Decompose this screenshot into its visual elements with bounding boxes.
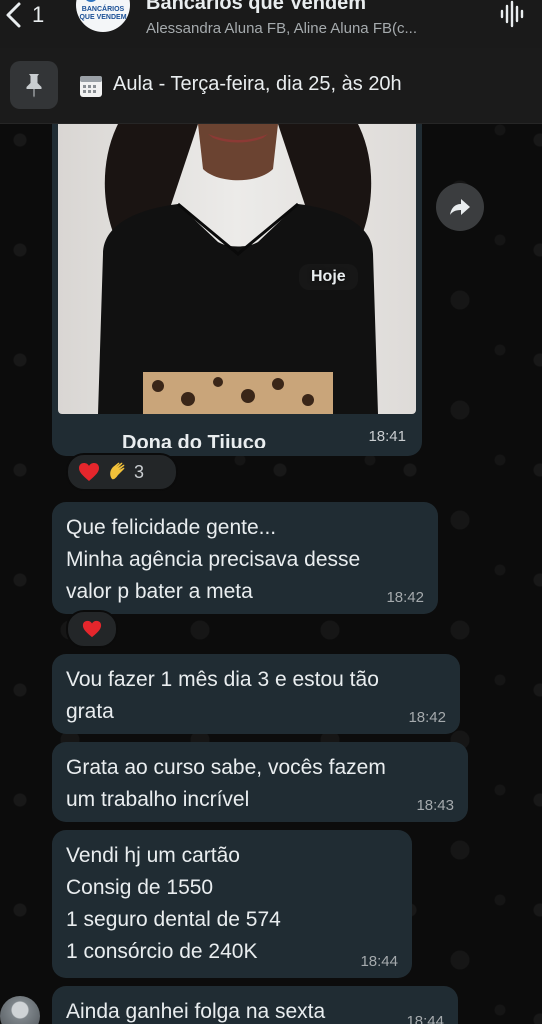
message-text: Grata ao curso sabe, vocês fazem um trab… bbox=[66, 756, 386, 811]
message-text: Que felicidade gente... Minha agência pr… bbox=[66, 516, 361, 603]
calendar-icon bbox=[80, 76, 102, 97]
pin-icon bbox=[26, 74, 42, 98]
message-time: 18:44 bbox=[406, 1013, 444, 1024]
message-time: 18:42 bbox=[408, 709, 446, 726]
heart-icon bbox=[82, 620, 102, 638]
back-chevron-icon bbox=[6, 2, 21, 28]
forward-icon bbox=[450, 199, 470, 215]
reactions-image[interactable]: 3 bbox=[66, 453, 178, 491]
message-text: Ainda ganhei folga na sexta bbox=[66, 1000, 326, 1023]
voice-wave-icon[interactable] bbox=[498, 0, 526, 28]
person-photo-illustration bbox=[98, 124, 378, 414]
message-bubble[interactable]: Ainda ganhei folga na sexta 18:44 bbox=[52, 986, 458, 1024]
message-text: Vendi hj um cartão Consig de 1550 1 segu… bbox=[66, 844, 281, 963]
group-avatar[interactable]: BANCÁRIOS QUE VENDEM bbox=[76, 0, 130, 32]
message-time: 18:41 bbox=[368, 428, 406, 445]
pin-button[interactable] bbox=[10, 61, 58, 109]
image-caption: Dona do Tijuco bbox=[122, 432, 267, 448]
message-time: 18:42 bbox=[386, 589, 424, 606]
message-photo[interactable]: Hoje bbox=[58, 124, 416, 414]
message-bubble[interactable]: Grata ao curso sabe, vocês fazem um trab… bbox=[52, 742, 468, 822]
group-logo-text: BANCÁRIOS QUE VENDEM bbox=[79, 6, 127, 21]
reactions-message-1[interactable] bbox=[66, 610, 118, 648]
group-title[interactable]: Bancários que Vendem bbox=[146, 0, 366, 15]
message-bubble[interactable]: Que felicidade gente... Minha agência pr… bbox=[52, 502, 438, 614]
message-time: 18:44 bbox=[360, 953, 398, 970]
pinned-message-text: Aula - Terça-feira, dia 25, às 20h bbox=[113, 73, 402, 95]
message-bubble[interactable]: Vou fazer 1 mês dia 3 e estou tão grata … bbox=[52, 654, 460, 734]
message-time: 18:43 bbox=[416, 797, 454, 814]
image-message[interactable]: Hoje Dona do Tijuco 18:41 bbox=[52, 124, 422, 456]
pinned-message-bar[interactable]: Aula - Terça-feira, dia 25, às 20h bbox=[0, 48, 542, 124]
group-members[interactable]: Alessandra Aluna FB, Aline Aluna FB(c... bbox=[146, 20, 476, 37]
message-bubble[interactable]: Vendi hj um cartão Consig de 1550 1 segu… bbox=[52, 830, 412, 978]
date-chip: Hoje bbox=[299, 264, 358, 290]
back-button[interactable]: 1 bbox=[0, 0, 44, 32]
chat-header: 1 BANCÁRIOS QUE VENDEM Bancários que Ven… bbox=[0, 0, 542, 48]
message-text: Vou fazer 1 mês dia 3 e estou tão grata bbox=[66, 668, 379, 723]
forward-button[interactable] bbox=[436, 183, 484, 231]
heart-icon bbox=[79, 463, 99, 481]
clapping-hands-icon bbox=[110, 462, 125, 480]
unread-count: 1 bbox=[32, 2, 45, 27]
reaction-count: 3 bbox=[134, 461, 145, 482]
